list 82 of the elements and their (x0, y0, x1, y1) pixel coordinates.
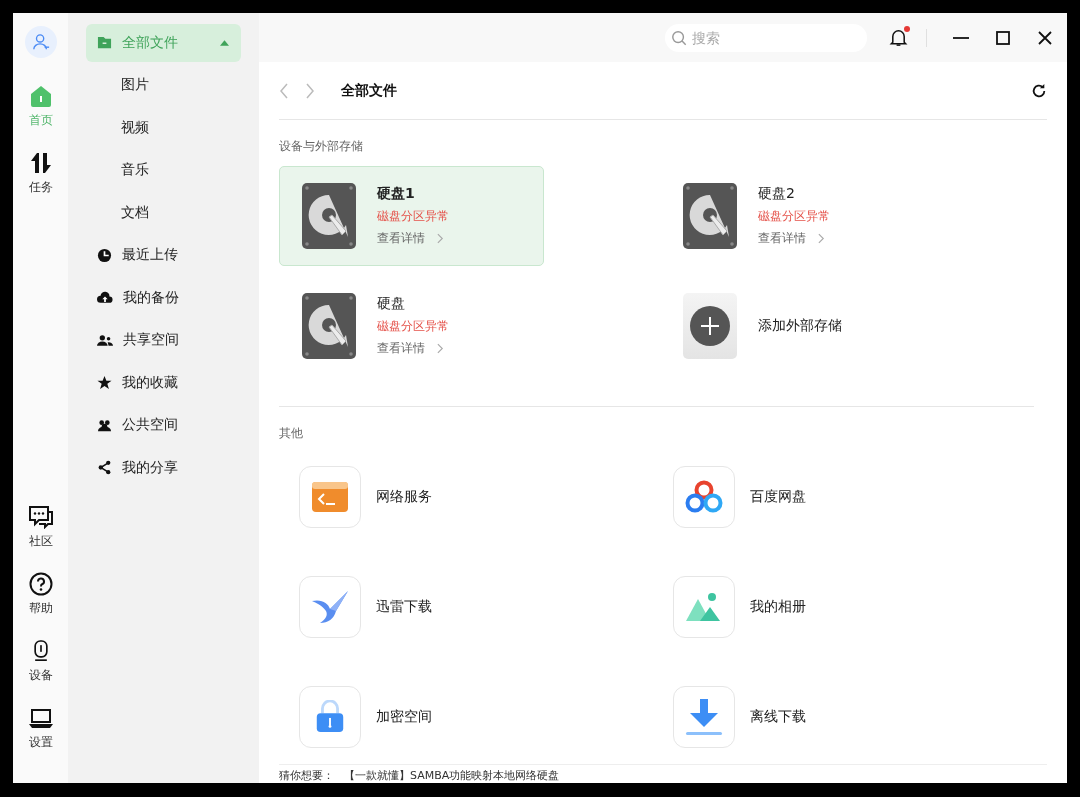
transfer-icon (28, 151, 53, 175)
add-storage-label: 添加外部存储 (758, 317, 842, 335)
drive-name: 硬盘1 (377, 185, 416, 203)
drive-status: 磁盘分区异常 (758, 208, 830, 225)
hard-drive-icon (302, 183, 356, 249)
terminal-icon (312, 482, 348, 512)
download-icon (684, 697, 724, 737)
users-icon (97, 332, 113, 348)
drive-card[interactable]: 硬盘1 磁盘分区异常 查看详情 (279, 166, 544, 266)
suggestion-link[interactable]: 【一款就懂】SAMBA功能映射本地网络硬盘 (344, 768, 560, 783)
user-icon (31, 33, 50, 51)
user-avatar[interactable] (24, 26, 57, 58)
details-link[interactable]: 查看详情 (377, 340, 449, 357)
app-tile[interactable] (299, 466, 361, 528)
group-icon (97, 417, 112, 433)
chat-icon (27, 505, 54, 529)
share-icon (97, 460, 112, 476)
drive-status: 磁盘分区异常 (377, 318, 449, 335)
app-tile[interactable] (299, 576, 361, 638)
home-icon (28, 84, 53, 108)
add-tile (683, 293, 737, 359)
sidebar-subitem[interactable]: 文档 (86, 194, 241, 232)
add-storage-card[interactable]: 添加外部存储 (660, 276, 925, 376)
search-field[interactable]: 搜索 (665, 23, 867, 52)
close-icon (1037, 29, 1053, 46)
folder-icon (97, 35, 112, 51)
sidebar-subitem[interactable]: 图片 (86, 66, 241, 104)
hard-drive-icon (683, 183, 737, 249)
drive-status: 磁盘分区异常 (377, 208, 449, 225)
help-icon (28, 572, 53, 596)
app-label: 网络服务 (376, 488, 432, 506)
details-link[interactable]: 查看详情 (377, 230, 449, 247)
rail-tab[interactable]: 社区 (28, 533, 53, 550)
suggestion-label: 猜你想要： (279, 768, 334, 783)
bell-icon (889, 28, 908, 47)
rail-tab[interactable]: 帮助 (28, 600, 53, 617)
app-tile[interactable] (673, 466, 735, 528)
sidebar-item[interactable]: 我的备份 (86, 279, 241, 317)
chevron-icon (818, 233, 825, 244)
cloud-upload-icon (97, 290, 113, 306)
app-label: 迅雷下载 (376, 598, 432, 616)
drive-name: 硬盘 (377, 295, 406, 313)
rail-tab[interactable]: 任务 (28, 179, 53, 196)
minimize-icon (953, 36, 969, 39)
search-icon[interactable] (671, 29, 687, 46)
rings-icon (684, 479, 724, 515)
sidebar-subitem[interactable]: 视频 (86, 109, 241, 147)
rail-tab[interactable]: 设置 (28, 734, 53, 751)
app-label: 加密空间 (376, 708, 432, 726)
laptop-icon (27, 706, 54, 730)
sidebar-item[interactable]: 最近上传 (86, 236, 241, 274)
drive-name: 硬盘2 (758, 185, 796, 203)
drive-card[interactable]: 硬盘 磁盘分区异常 查看详情 (279, 276, 544, 376)
app-tile[interactable] (299, 686, 361, 748)
hard-drive-icon (302, 293, 356, 359)
sidebar-item[interactable]: 我的分享 (86, 449, 241, 487)
app-label: 离线下载 (750, 708, 806, 726)
back-icon[interactable] (279, 82, 289, 99)
section-title: 其他 (279, 425, 304, 442)
search-input[interactable]: 搜索 (690, 28, 844, 47)
sidebar-item[interactable]: 共享空间 (86, 321, 241, 359)
section-title: 设备与外部存储 (279, 138, 364, 155)
caret-icon (220, 39, 229, 46)
app-tile[interactable] (673, 576, 735, 638)
app-tile[interactable] (673, 686, 735, 748)
drive-card[interactable]: 硬盘2 磁盘分区异常 查看详情 (660, 166, 925, 266)
chevron-icon (437, 343, 444, 354)
rail-tab[interactable]: 设备 (28, 667, 53, 684)
chevron-icon (437, 233, 444, 244)
app-label: 我的相册 (750, 598, 806, 616)
forward-icon[interactable] (305, 82, 315, 99)
breadcrumb-title: 全部文件 (341, 81, 398, 100)
pie-clock-icon (97, 247, 112, 263)
app-label: 百度网盘 (750, 488, 806, 506)
notification-button[interactable] (887, 26, 910, 49)
maximize-icon (995, 29, 1011, 46)
sidebar-subitem[interactable]: 音乐 (86, 151, 241, 189)
star-icon (97, 375, 112, 391)
refresh-icon[interactable] (1031, 82, 1047, 99)
details-link[interactable]: 查看详情 (758, 230, 830, 247)
sidebar-item[interactable]: 公共空间 (86, 406, 241, 444)
sidebar-item[interactable]: 我的收藏 (86, 364, 241, 402)
